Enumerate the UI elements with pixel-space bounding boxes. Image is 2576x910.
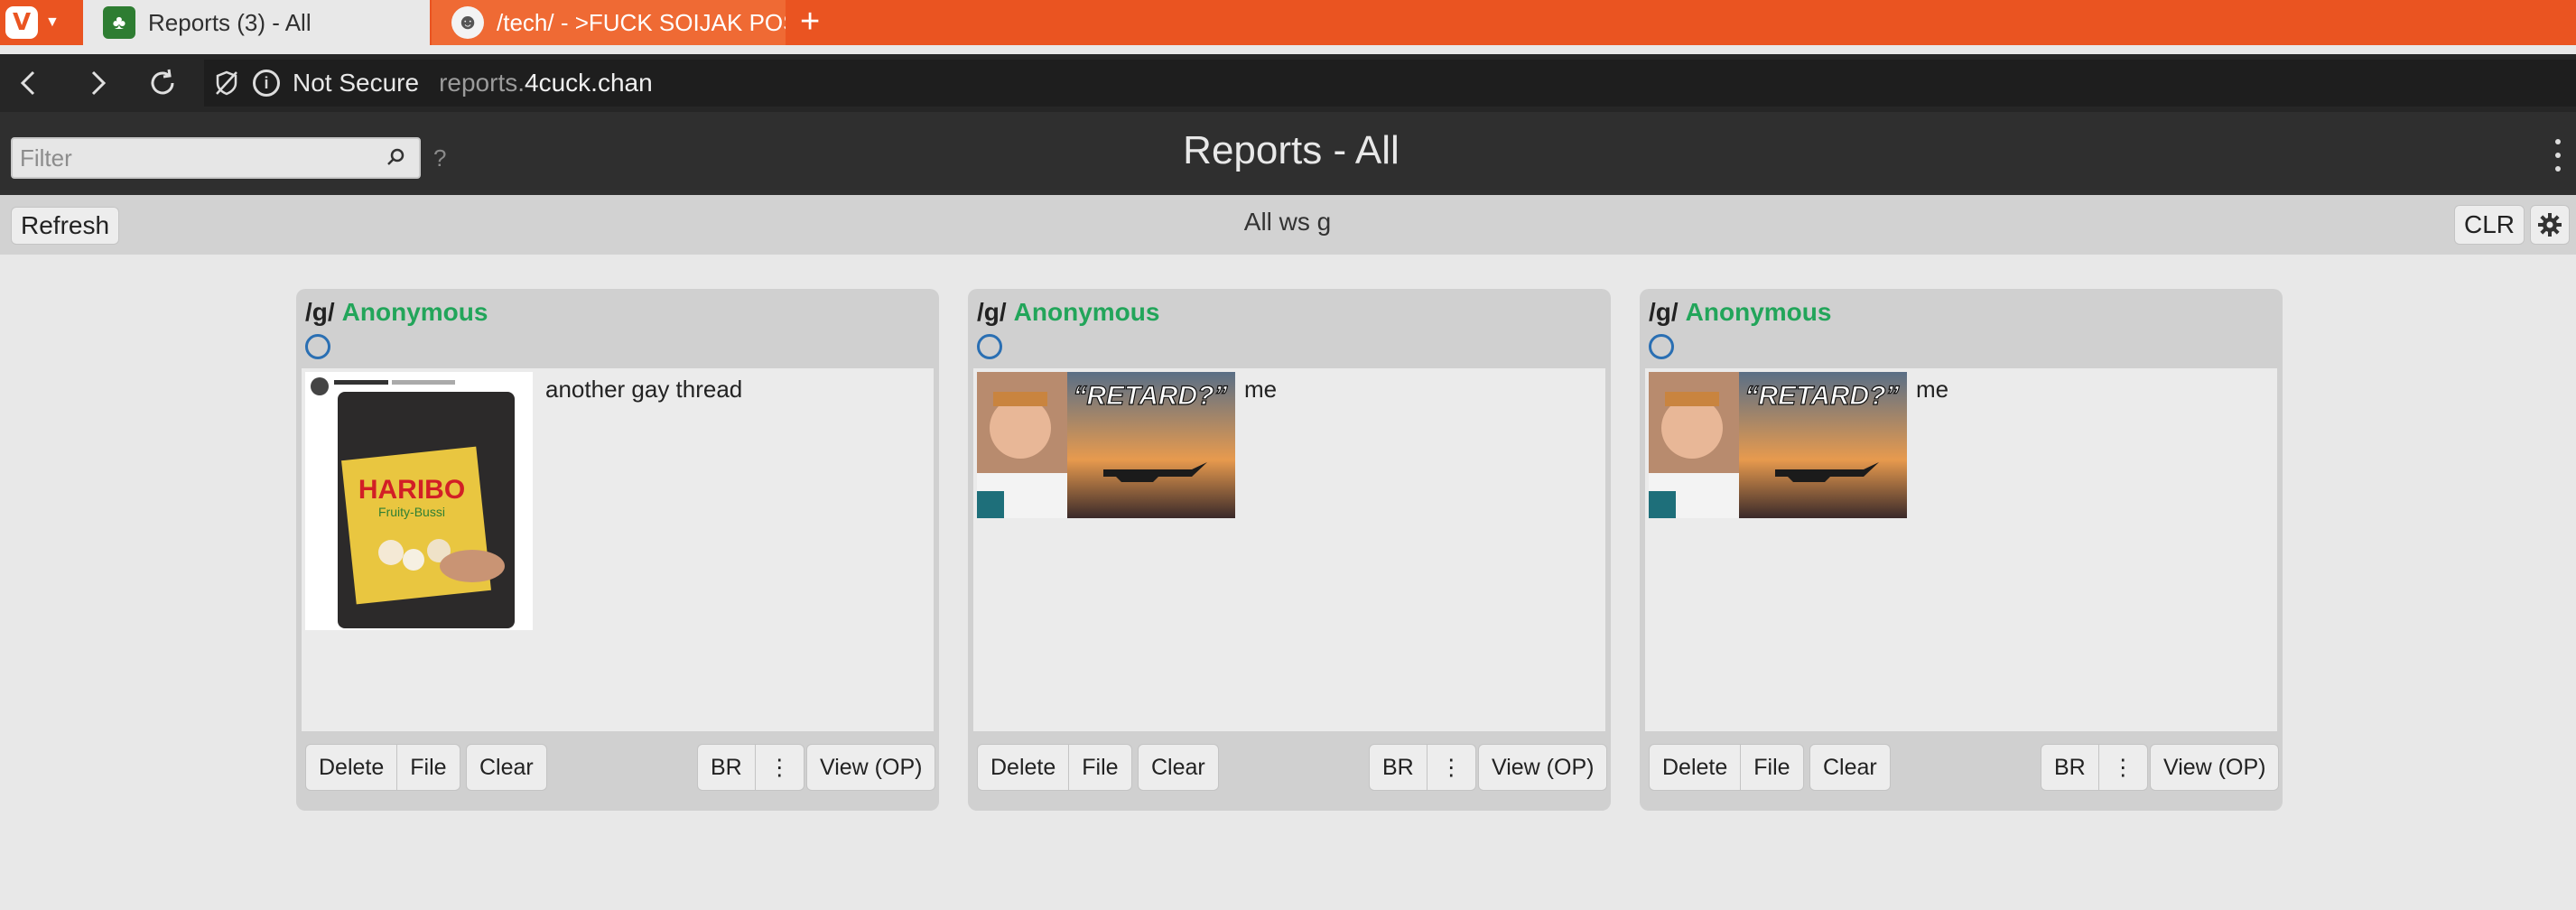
view-op-button[interactable]: View (OP) <box>1478 744 1608 791</box>
view-op-button[interactable]: View (OP) <box>2150 744 2280 791</box>
tracker-blocker-off-icon[interactable] <box>213 70 240 97</box>
back-icon[interactable] <box>7 61 51 105</box>
site-info-icon[interactable]: i <box>253 70 280 97</box>
delete-button[interactable]: Delete <box>305 744 398 791</box>
report-thumbnail[interactable]: “RETARD?” <box>1649 372 1907 518</box>
browser-tab-bar: V ▼ ♣ Reports (3) - All ☻ /tech/ - >FUCK… <box>0 0 2576 45</box>
poster-name: Anonymous <box>1685 298 1832 326</box>
page-title: Reports - All <box>1183 128 1400 172</box>
report-actions: Delete File Clear BR ⋮ View (OP) <box>1640 740 2283 794</box>
reload-icon[interactable] <box>141 61 184 105</box>
report-card: /g/Anonymous “RETARD?” me Delete File Cl… <box>968 289 1611 811</box>
clear-button[interactable]: Clear <box>1138 744 1219 791</box>
report-thumbnail[interactable]: “RETARD?” <box>977 372 1235 518</box>
more-actions-button[interactable]: ⋮ <box>1427 744 1476 791</box>
select-circle-icon[interactable] <box>1649 334 1674 359</box>
thumbnail-caption: “RETARD?” <box>1073 381 1227 411</box>
page-header: ? Reports - All <box>0 112 2576 195</box>
delete-button[interactable]: Delete <box>1649 744 1742 791</box>
address-bar: i Not Secure reports.4cuck.chan <box>0 54 2576 112</box>
chevron-down-icon: ▼ <box>45 14 60 30</box>
filter-box <box>11 137 421 179</box>
board-name: /g/ <box>977 298 1007 326</box>
report-header: /g/Anonymous <box>1649 298 1831 327</box>
ban-request-button[interactable]: BR <box>697 744 756 791</box>
tab-reports[interactable]: ♣ Reports (3) - All <box>83 0 430 45</box>
url-text: reports.4cuck.chan <box>439 69 653 98</box>
more-actions-button[interactable]: ⋮ <box>2098 744 2148 791</box>
report-thumbnail[interactable]: HARIBO Fruity-Bussi <box>305 372 533 630</box>
url-domain: 4cuck.chan <box>525 69 653 97</box>
board-name: /g/ <box>1649 298 1679 326</box>
file-button[interactable]: File <box>397 744 460 791</box>
more-options-icon[interactable] <box>2551 139 2565 172</box>
report-comment: another gay thread <box>545 376 743 403</box>
report-body: “RETARD?” me <box>1645 368 2277 731</box>
refresh-button[interactable]: Refresh <box>11 207 120 245</box>
report-comment: me <box>1244 376 1278 403</box>
report-actions: Delete File Clear BR ⋮ View (OP) <box>968 740 1611 794</box>
vivaldi-logo-icon: V <box>5 6 38 39</box>
file-button[interactable]: File <box>1069 744 1132 791</box>
forward-icon[interactable] <box>76 61 119 105</box>
face-favicon-icon: ☻ <box>451 6 484 39</box>
settings-button[interactable] <box>2530 205 2570 245</box>
poster-name: Anonymous <box>341 298 488 326</box>
help-link[interactable]: ? <box>433 144 446 172</box>
board-name: /g/ <box>305 298 335 326</box>
view-op-button[interactable]: View (OP) <box>806 744 936 791</box>
filter-input[interactable] <box>20 139 381 177</box>
clear-all-button[interactable]: CLR <box>2454 205 2525 245</box>
clear-button[interactable]: Clear <box>466 744 547 791</box>
report-actions: Delete File Clear BR ⋮ View (OP) <box>296 740 939 794</box>
thumbnail-caption: “RETARD?” <box>1744 381 1899 411</box>
new-tab-button[interactable]: + <box>800 4 820 40</box>
security-status: Not Secure <box>293 69 420 97</box>
select-circle-icon[interactable] <box>977 334 1002 359</box>
gear-icon <box>2538 213 2562 237</box>
ban-request-button[interactable]: BR <box>2041 744 2099 791</box>
report-body: HARIBO Fruity-Bussi another gay thread <box>302 368 934 731</box>
tab-label: Reports (3) - All <box>148 8 312 36</box>
report-header: /g/Anonymous <box>305 298 488 327</box>
tab-label: /tech/ - >FUCK SOIJAK POS <box>497 8 786 36</box>
clover-favicon-icon: ♣ <box>103 6 135 39</box>
select-circle-icon[interactable] <box>305 334 330 359</box>
tab-tech-thread[interactable]: ☻ /tech/ - >FUCK SOIJAK POS <box>432 0 786 45</box>
url-field[interactable]: i Not Secure reports.4cuck.chan <box>204 60 2576 107</box>
clear-button[interactable]: Clear <box>1809 744 1891 791</box>
report-toolbar: Refresh All ws g CLR <box>0 195 2576 255</box>
report-body: “RETARD?” me <box>973 368 1605 731</box>
file-button[interactable]: File <box>1741 744 1804 791</box>
product-text: HARIBO <box>358 475 465 505</box>
report-header: /g/Anonymous <box>977 298 1159 327</box>
poster-name: Anonymous <box>1013 298 1160 326</box>
ban-request-button[interactable]: BR <box>1369 744 1427 791</box>
search-icon[interactable] <box>385 146 406 168</box>
browser-menu-button[interactable]: V ▼ <box>0 0 70 45</box>
delete-button[interactable]: Delete <box>977 744 1070 791</box>
filter-summary: All ws g <box>1243 208 1332 236</box>
url-subdomain: reports. <box>439 69 525 97</box>
more-actions-button[interactable]: ⋮ <box>755 744 804 791</box>
report-comment: me <box>1916 376 1949 403</box>
report-card: /g/Anonymous “RETARD?” me Delete File Cl… <box>1640 289 2283 811</box>
report-card: /g/Anonymous HARIBO Fruity-Bussi another… <box>296 289 939 811</box>
product-subtext: Fruity-Bussi <box>378 505 445 519</box>
